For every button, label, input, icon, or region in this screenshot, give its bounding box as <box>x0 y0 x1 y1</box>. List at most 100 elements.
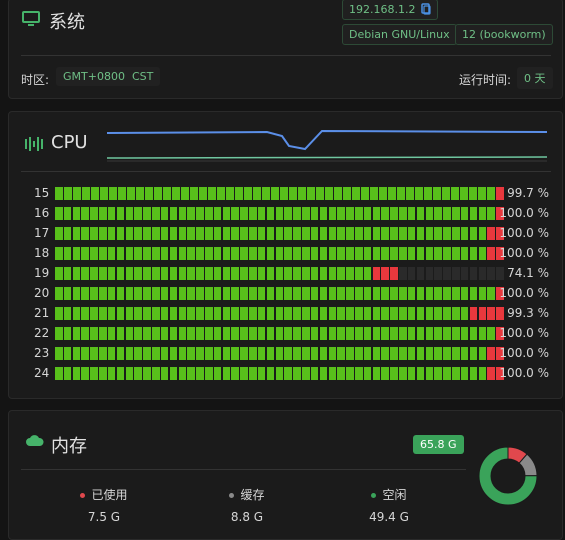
cpu-bar-segment <box>319 227 328 240</box>
cpu-core-percent: 100.0 % <box>499 286 549 300</box>
cpu-bar-segment <box>388 187 396 200</box>
cpu-bar-segment <box>346 367 354 380</box>
cpu-bar-segment <box>319 307 328 320</box>
cpu-bar-segment <box>99 307 107 320</box>
cpu-bar-segment <box>81 227 89 240</box>
cpu-bar-segment <box>361 187 369 200</box>
version-badge: 12 (bookworm) <box>455 24 553 45</box>
cpu-bar-segment <box>469 327 478 340</box>
cpu-bar-segment <box>257 347 266 360</box>
cpu-bar-segment <box>381 227 389 240</box>
cpu-bar-segment <box>125 267 134 280</box>
cpu-bar-segment <box>73 187 81 200</box>
cpu-bar-segment <box>169 367 178 380</box>
cpu-bar-segment <box>415 187 423 200</box>
cpu-bar-segment <box>434 227 442 240</box>
cpu-bar-segment <box>328 207 337 220</box>
cpu-bar-segment <box>346 247 354 260</box>
cpu-bar-segment <box>334 187 342 200</box>
cpu-bar-segment <box>90 227 98 240</box>
cpu-bar-segment <box>90 307 98 320</box>
memory-title: 内存 <box>51 436 87 457</box>
cpu-bar-segment <box>355 367 363 380</box>
cpu-bar-segment <box>249 227 257 240</box>
cpu-bar-segment <box>425 227 434 240</box>
cpu-card: CPU 15 99.7 % 16 100.0 % 17 100.0 % 18 100.0 % 1… <box>8 111 563 399</box>
cpu-bar-segment <box>205 247 213 260</box>
cpu-bar-segment <box>145 187 153 200</box>
cpu-bar-segment <box>187 287 195 300</box>
copy-icon[interactable] <box>421 3 432 18</box>
cpu-core-bar <box>55 307 505 320</box>
cpu-bar-segment <box>127 187 135 200</box>
cpu-bar-segment <box>107 307 116 320</box>
cpu-bar-segment <box>293 247 301 260</box>
cpu-bar-segment <box>143 307 151 320</box>
cpu-bar-segment <box>125 247 134 260</box>
cpu-bar-segment <box>399 207 407 220</box>
cpu-bar-segment <box>355 327 363 340</box>
cpu-bar-segment <box>275 307 284 320</box>
cpu-bar-segment <box>407 247 416 260</box>
cpu-bar-segment <box>416 327 425 340</box>
ip-text: 192.168.1.2 <box>349 3 416 16</box>
cpu-bar-segment <box>319 287 328 300</box>
cpu-bar-segment <box>319 247 328 260</box>
cpu-bar-segment <box>160 267 169 280</box>
cpu-bar-segment <box>328 267 337 280</box>
cpu-bar-segment <box>116 347 125 360</box>
cpu-bar-segment <box>363 247 372 260</box>
cpu-bar-segment <box>355 207 363 220</box>
cpu-bar-segment <box>222 307 231 320</box>
cpu-bar-segment <box>231 367 239 380</box>
cpu-bar-segment <box>81 307 89 320</box>
cpu-bar-segment <box>407 307 416 320</box>
cpu-bar-segment <box>451 187 459 200</box>
cpu-bar-segment <box>178 227 187 240</box>
cpu-bar-segment <box>298 187 306 200</box>
cpu-bar-segment <box>443 247 451 260</box>
cpu-bar-segment <box>469 247 478 260</box>
cpu-bar-segment <box>307 187 315 200</box>
cpu-bar-segment <box>407 207 416 220</box>
cpu-bar-segment <box>346 227 354 240</box>
cpu-core-bar <box>55 287 505 300</box>
cpu-bar-segment <box>240 327 248 340</box>
cpu-bar-segment <box>178 347 187 360</box>
cpu-bar-segment <box>72 327 81 340</box>
cpu-bar-segment <box>240 247 248 260</box>
cpu-bar-segment <box>90 267 98 280</box>
cpu-bar-segment <box>63 367 72 380</box>
ip-badge[interactable]: 192.168.1.2 <box>342 0 439 20</box>
cpu-bar-segment <box>478 327 487 340</box>
cpu-bar-segment <box>275 327 284 340</box>
cpu-bar-segment <box>337 247 345 260</box>
cpu-bar-segment <box>337 207 345 220</box>
cpu-bar-segment <box>302 327 310 340</box>
cpu-bar-segment <box>196 267 204 280</box>
cpu-bar-segment <box>231 267 239 280</box>
cpu-bar-segment <box>407 347 416 360</box>
cpu-core-row: 22 100.0 % <box>34 326 549 340</box>
cpu-bar-segment <box>81 267 89 280</box>
cpu-core-bar <box>55 267 505 280</box>
cpu-bar-segment <box>160 367 169 380</box>
cpu-bar-segment <box>63 247 72 260</box>
cpu-bar-segment <box>116 227 125 240</box>
cpu-bar-segment <box>249 287 257 300</box>
cpu-bar-segment <box>469 367 478 380</box>
cpu-bar-segment <box>240 207 248 220</box>
cpu-bar-segment <box>55 267 63 280</box>
cpu-bar-segment <box>125 307 134 320</box>
cpu-bar-segment <box>152 227 160 240</box>
cpu-core-id: 16 <box>34 206 50 220</box>
cpu-bar-segment <box>337 287 345 300</box>
cpu-bar-segment <box>293 367 301 380</box>
cpu-bar-segment <box>190 187 198 200</box>
cpu-bar-segment <box>143 207 151 220</box>
cpu-bar-segment <box>337 367 345 380</box>
cpu-bar-segment <box>460 267 469 280</box>
cpu-bar-segment <box>249 327 257 340</box>
cpu-bar-segment <box>399 367 407 380</box>
cpu-bar-segment <box>253 187 261 200</box>
